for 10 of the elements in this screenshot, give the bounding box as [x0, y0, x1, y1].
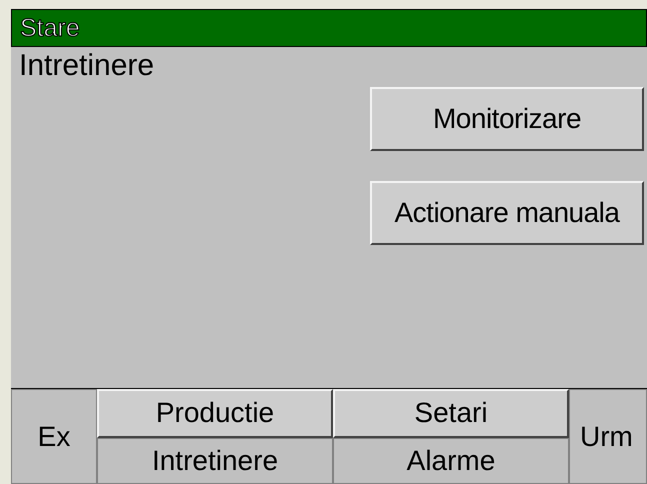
nav-button[interactable]: Alarme	[333, 438, 569, 484]
action-button[interactable]: Actionare manuala	[370, 181, 644, 245]
nav-button[interactable]: Intretinere	[97, 438, 333, 484]
nav-button[interactable]: Productie	[97, 389, 333, 438]
action-button[interactable]: Monitorizare	[370, 87, 644, 151]
next-button[interactable]: Urm	[569, 389, 647, 484]
status-text: Intretinere	[19, 49, 154, 82]
nav-button[interactable]: Setari	[333, 389, 569, 438]
window-title: Stare	[20, 16, 80, 40]
exit-button[interactable]: Ex	[11, 389, 97, 484]
